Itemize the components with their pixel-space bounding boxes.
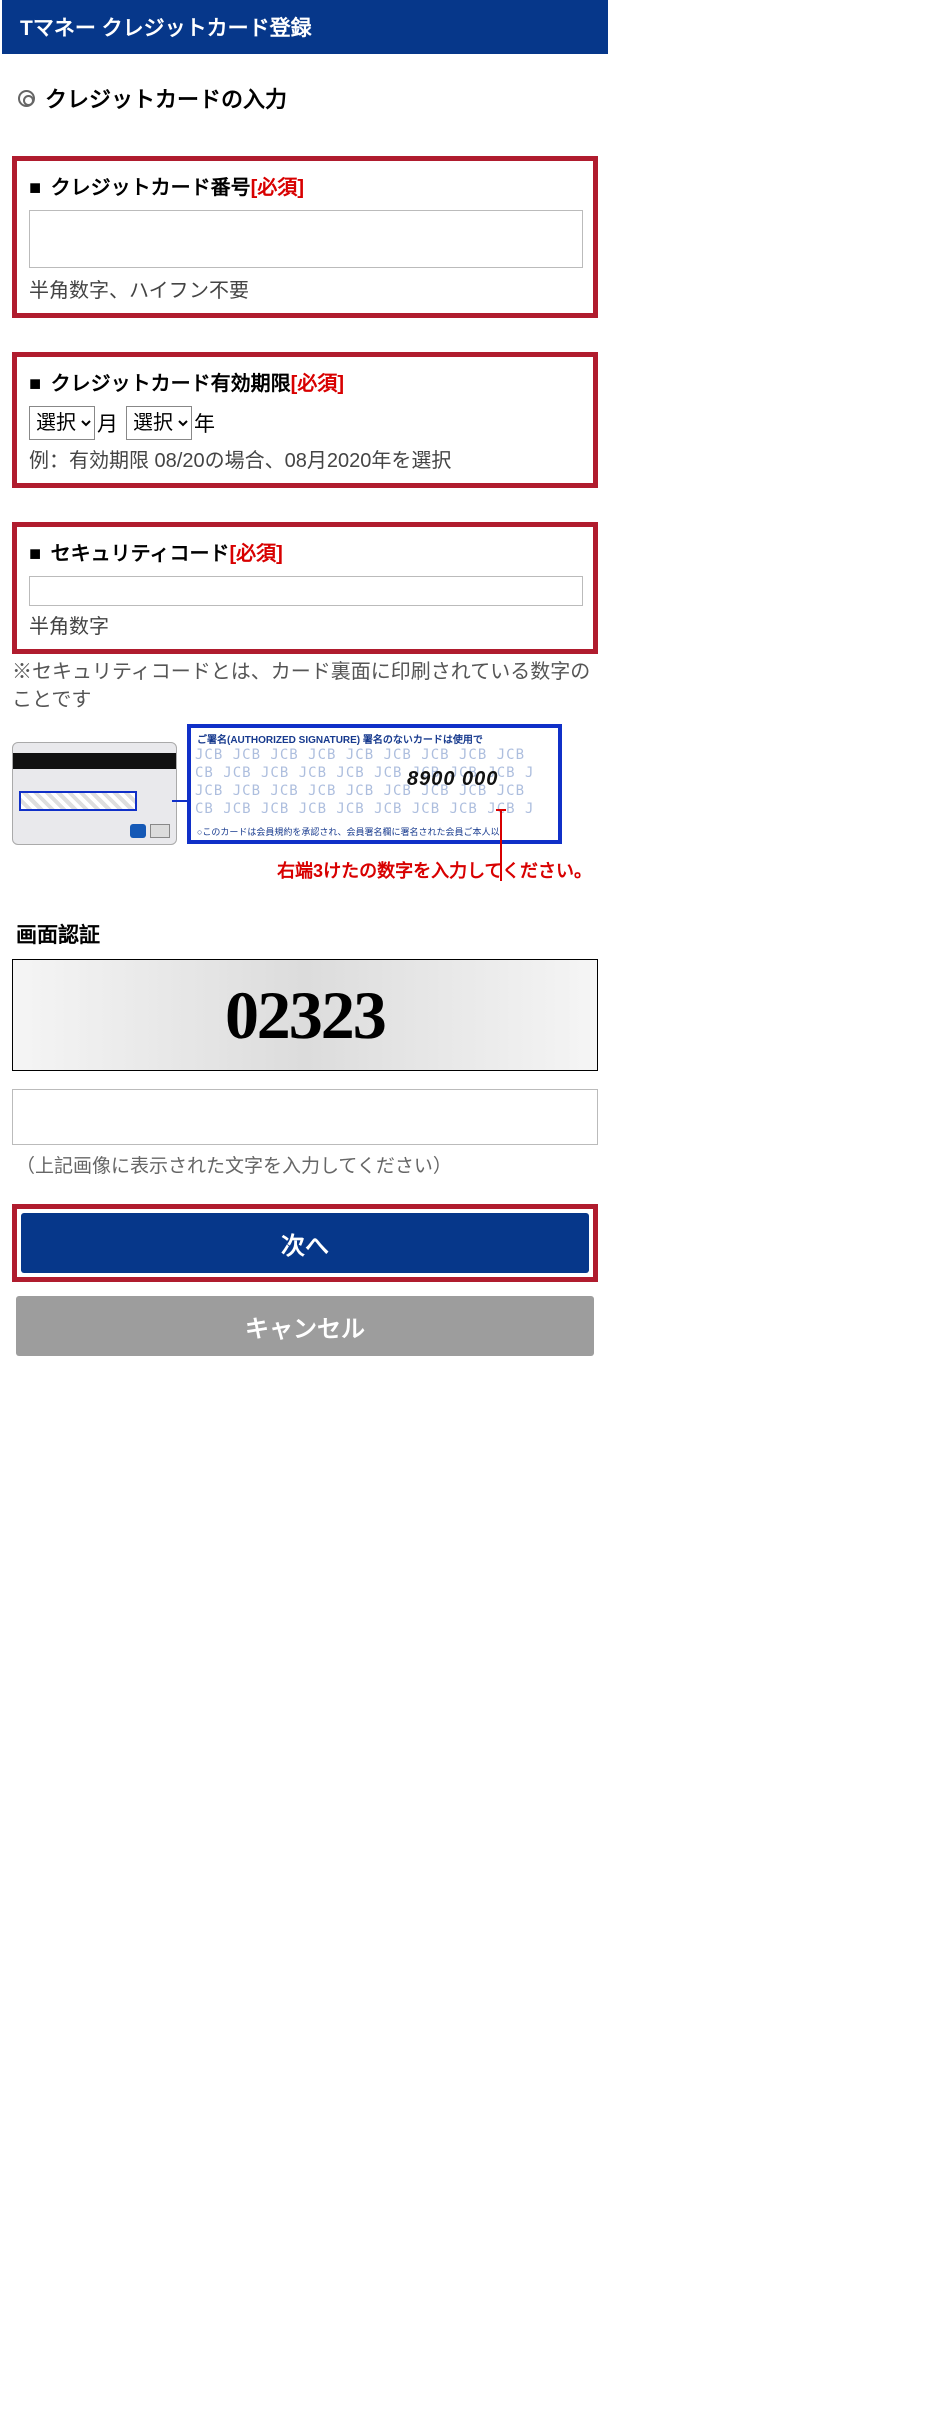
cvv-sample-digits: 8900 000 bbox=[407, 768, 498, 791]
expiry-label-row: ■ クレジットカード有効期限[必須] bbox=[29, 367, 583, 396]
card-number-input[interactable] bbox=[29, 210, 583, 268]
next-button[interactable]: 次へ bbox=[21, 1213, 589, 1273]
captcha-helper: （上記画像に表示された文字を入力してください） bbox=[2, 1151, 608, 1204]
page-title: Tマネー クレジットカード登録 bbox=[20, 17, 312, 40]
section-title: クレジットカードの入力 bbox=[45, 82, 287, 114]
cvv-input[interactable] bbox=[29, 576, 583, 606]
required-tag: [必須] bbox=[251, 177, 304, 199]
zoom-header-text: ご署名(AUTHORIZED SIGNATURE) 署名のないカードは使用で bbox=[191, 728, 558, 746]
magnetic-stripe-icon bbox=[13, 753, 176, 769]
double-circle-icon bbox=[18, 90, 35, 107]
required-tag: [必須] bbox=[291, 373, 344, 395]
expiry-helper: 例：有効期限 08/20の場合、08月2020年を選択 bbox=[29, 444, 583, 473]
expiry-inputs-row: 選択 月 選択 年 bbox=[29, 406, 583, 440]
required-tag: [必須] bbox=[229, 543, 282, 565]
jcb-pattern-background: JCB JCB JCB JCB JCB JCB JCB JCB JCBCB JC… bbox=[191, 746, 558, 818]
card-number-label: クレジットカード番号 bbox=[51, 177, 251, 199]
section-title-row: クレジットカードの入力 bbox=[2, 82, 608, 114]
card-back-thumbnail bbox=[12, 742, 177, 845]
signature-strip-highlight bbox=[19, 791, 137, 811]
square-bullet-icon: ■ bbox=[29, 373, 41, 395]
cvv-explanation: ※セキュリティコードとは、カード裏面に印刷されている数字のことです bbox=[2, 658, 608, 714]
captcha-image: 02323 bbox=[12, 959, 598, 1071]
square-bullet-icon: ■ bbox=[29, 543, 41, 565]
cvv-helper: 半角数字 bbox=[29, 610, 583, 639]
month-suffix: 月 bbox=[97, 408, 118, 438]
next-button-highlight: 次へ bbox=[12, 1204, 598, 1282]
expiry-group: ■ クレジットカード有効期限[必須] 選択 月 選択 年 例：有効期限 08/2… bbox=[12, 352, 598, 488]
cvv-label: セキュリティコード bbox=[51, 543, 230, 565]
cvv-red-note: 右端3けたの数字を入力してください。 bbox=[2, 853, 608, 919]
cvv-label-row: ■ セキュリティコード[必須] bbox=[29, 537, 583, 566]
card-brand-icon bbox=[130, 824, 146, 838]
page-header: Tマネー クレジットカード登録 bbox=[2, 0, 608, 54]
callout-pointer-line bbox=[500, 809, 502, 881]
card-number-group: ■ クレジットカード番号[必須] 半角数字、ハイフン不要 bbox=[12, 156, 598, 318]
card-logo-icon bbox=[150, 824, 170, 838]
cvv-group: ■ セキュリティコード[必須] 半角数字 bbox=[12, 522, 598, 654]
cancel-button[interactable]: キャンセル bbox=[16, 1296, 594, 1356]
year-suffix: 年 bbox=[194, 408, 215, 438]
expiry-year-select[interactable]: 選択 bbox=[126, 406, 192, 440]
card-number-helper: 半角数字、ハイフン不要 bbox=[29, 274, 583, 303]
expiry-month-select[interactable]: 選択 bbox=[29, 406, 95, 440]
captcha-text: 02323 bbox=[224, 976, 385, 1055]
zoom-footer-text: ○このカードは会員規約を承認され、会員署名欄に署名された会員ご本人以 bbox=[197, 825, 552, 838]
card-number-label-row: ■ クレジットカード番号[必須] bbox=[29, 171, 583, 200]
card-back-illustration: ご署名(AUTHORIZED SIGNATURE) 署名のないカードは使用で J… bbox=[2, 724, 608, 853]
signature-strip-zoom: ご署名(AUTHORIZED SIGNATURE) 署名のないカードは使用で J… bbox=[187, 724, 562, 844]
captcha-title: 画面認証 bbox=[2, 919, 608, 959]
expiry-label: クレジットカード有効期限 bbox=[51, 373, 291, 395]
square-bullet-icon: ■ bbox=[29, 177, 41, 199]
captcha-input[interactable] bbox=[12, 1089, 598, 1145]
